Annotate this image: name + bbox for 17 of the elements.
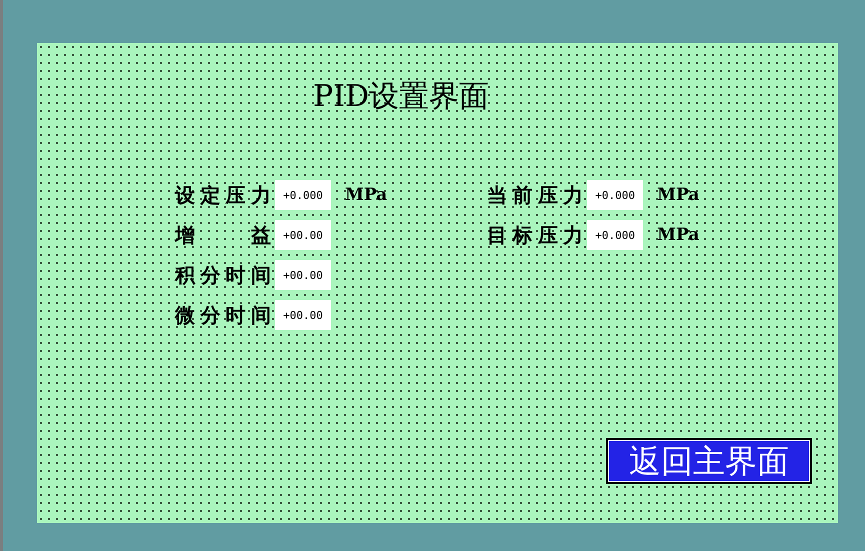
field-label: 目标压力 <box>487 223 584 247</box>
unit-label: MPa <box>657 185 700 205</box>
field-label: 增益 <box>175 223 271 247</box>
input-field[interactable]: +00.00 <box>275 220 331 250</box>
field-label: 设定压力 <box>175 183 271 207</box>
input-field[interactable]: +0.000 <box>587 180 644 210</box>
input-field[interactable]: +00.00 <box>275 260 331 290</box>
field-label: 积分时间 <box>175 263 271 287</box>
page-title: PID设置界面 <box>313 79 490 115</box>
field-label: 当前压力 <box>487 183 584 207</box>
unit-label: MPa <box>345 185 388 205</box>
unit-label: MPa <box>657 225 700 245</box>
input-field[interactable]: +00.00 <box>275 300 331 330</box>
field-label: 微分时间 <box>175 303 271 327</box>
input-field[interactable]: +0.000 <box>275 180 331 210</box>
input-field[interactable]: +0.000 <box>587 220 644 250</box>
back-button[interactable]: 返回主界面 <box>606 438 812 484</box>
